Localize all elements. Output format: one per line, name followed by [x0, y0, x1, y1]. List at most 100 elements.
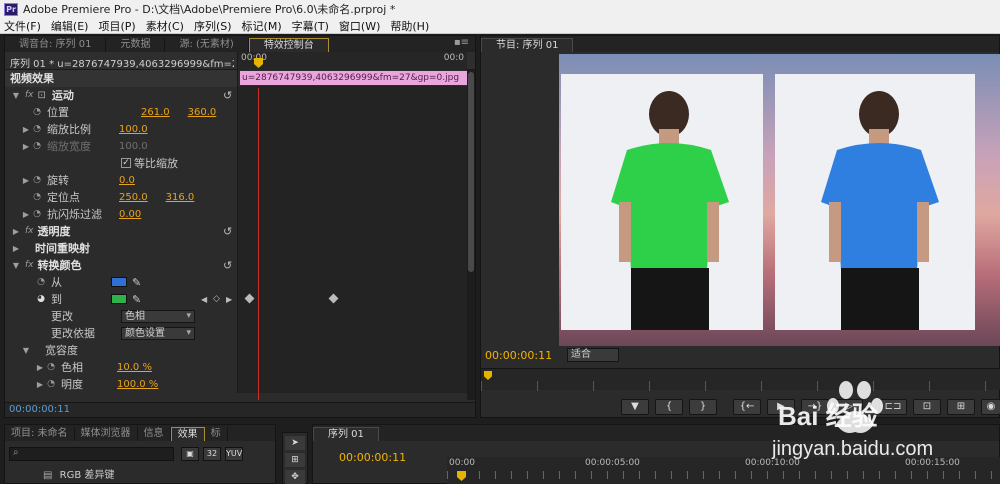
- twirl-closed-icon[interactable]: ▶: [21, 125, 31, 134]
- motion-transform-icon[interactable]: ⊡: [38, 90, 46, 101]
- tab-markers[interactable]: 标: [205, 427, 228, 441]
- twirl-open-icon[interactable]: ▼: [11, 91, 21, 100]
- fx-icon[interactable]: fx: [25, 226, 34, 236]
- sequence-timecode[interactable]: 00:00:00:11: [339, 451, 406, 464]
- stopwatch-icon[interactable]: ◔: [35, 277, 47, 287]
- anchor-y-value[interactable]: 316.0: [166, 192, 195, 203]
- mark-out-button[interactable]: }: [689, 399, 717, 415]
- tab-effect-controls[interactable]: 特效控制台: [248, 38, 329, 52]
- hue-value[interactable]: 10.0 %: [117, 362, 152, 373]
- change-by-dropdown[interactable]: 颜色设置: [121, 326, 195, 340]
- yuv-filter-icon[interactable]: YUV: [225, 447, 243, 461]
- reset-icon[interactable]: ↺: [223, 259, 232, 272]
- menu-marker[interactable]: 标记(M): [242, 18, 282, 34]
- tab-metadata[interactable]: 元数据: [106, 38, 166, 52]
- tab-audio-mixer[interactable]: 调音台: 序列 01: [5, 38, 107, 52]
- panel-menu-icon[interactable]: ▪≡: [454, 37, 469, 48]
- ripple-edit-tool-icon[interactable]: ✥: [285, 470, 305, 484]
- tab-info[interactable]: 信息: [138, 427, 171, 441]
- checkbox-checked-icon[interactable]: ✓: [121, 158, 131, 168]
- next-keyframe-icon[interactable]: ▶: [226, 295, 232, 304]
- add-marker-button[interactable]: ▼: [621, 399, 649, 415]
- twirl-closed-icon[interactable]: ▶: [35, 380, 45, 389]
- eyedropper-icon[interactable]: ✎: [132, 293, 141, 306]
- brightness-value[interactable]: 100.0 %: [117, 379, 158, 390]
- twirl-closed-icon[interactable]: ▶: [21, 210, 31, 219]
- ruler-label: 00:00:05:00: [585, 458, 640, 468]
- to-color-swatch[interactable]: [111, 294, 127, 304]
- keyframe-marker[interactable]: [244, 293, 255, 303]
- menu-project[interactable]: 项目(P): [98, 18, 135, 34]
- effect-row-time-remap: ▶ 时间重映射: [5, 239, 467, 257]
- twirl-open-icon[interactable]: ▼: [21, 346, 31, 355]
- 32bit-filter-icon[interactable]: 32: [203, 447, 221, 461]
- to-label: 到: [51, 293, 62, 306]
- stopwatch-icon[interactable]: ◔: [45, 362, 57, 372]
- position-y-value[interactable]: 360.0: [188, 107, 217, 118]
- stopwatch-icon[interactable]: ◔: [31, 107, 43, 117]
- prev-keyframe-icon[interactable]: ◀: [201, 295, 207, 304]
- effect-scrollbar[interactable]: [467, 70, 475, 400]
- effect-mini-timeline-ruler[interactable]: 00:00 00:0: [237, 52, 467, 70]
- menu-title[interactable]: 字幕(T): [292, 18, 329, 34]
- uniform-scale-label: 等比缩放: [134, 157, 178, 170]
- accelerated-filter-icon[interactable]: ▣: [181, 447, 199, 461]
- scale-width-label: 缩放宽度: [47, 140, 91, 153]
- stopwatch-icon[interactable]: ◔: [31, 175, 43, 185]
- twirl-closed-icon[interactable]: ▶: [35, 363, 45, 372]
- menu-clip[interactable]: 素材(C): [146, 18, 184, 34]
- program-timecode[interactable]: 00:00:00:11: [485, 349, 552, 362]
- stopwatch-icon[interactable]: ◔: [45, 379, 57, 389]
- effect-item-label: RGB 差异键: [59, 470, 115, 481]
- twirl-closed-icon[interactable]: ▶: [11, 244, 21, 253]
- from-color-swatch[interactable]: [111, 277, 127, 287]
- twirl-closed-icon[interactable]: ▶: [11, 227, 21, 236]
- effect-row-hue: ▶ ◔ 色相 10.0 %: [5, 358, 467, 376]
- effect-footer-timecode[interactable]: 00:00:00:11: [9, 404, 70, 415]
- eyedropper-icon[interactable]: ✎: [132, 276, 141, 289]
- scale-value[interactable]: 100.0: [119, 124, 148, 135]
- add-keyframe-icon[interactable]: ◇: [213, 294, 220, 304]
- effect-controls-panel: 调音台: 序列 01 元数据 源: (无素材) 特效控制台 ▪≡ 序列 01 *…: [4, 35, 476, 418]
- playhead-icon[interactable]: [484, 371, 492, 380]
- reset-icon[interactable]: ↺: [223, 89, 232, 102]
- effect-list-item[interactable]: ▤ RGB 差异键: [43, 466, 114, 481]
- playhead-icon[interactable]: [457, 471, 466, 481]
- rotation-value[interactable]: 0.0: [119, 175, 135, 186]
- menu-edit[interactable]: 编辑(E): [51, 18, 89, 34]
- tab-media-browser[interactable]: 媒体浏览器: [75, 427, 138, 441]
- tab-source[interactable]: 源: (无素材): [165, 38, 249, 52]
- change-dropdown[interactable]: 色相: [121, 309, 195, 323]
- effects-search-input[interactable]: ⌕: [9, 447, 174, 461]
- scroll-thumb[interactable]: [468, 72, 474, 272]
- menu-sequence[interactable]: 序列(S): [194, 18, 232, 34]
- menu-file[interactable]: 文件(F): [4, 18, 41, 34]
- track-select-tool-icon[interactable]: ⊞: [285, 453, 305, 467]
- clip-bar[interactable]: u=2876747939,4063296999&fm=27&gp=0.jpg: [240, 70, 468, 85]
- tab-effects[interactable]: 效果: [170, 427, 205, 441]
- keyframe-marker[interactable]: [328, 293, 339, 303]
- menu-help[interactable]: 帮助(H): [390, 18, 429, 34]
- tab-project[interactable]: 项目: 未命名: [5, 427, 75, 441]
- fx-icon[interactable]: fx: [25, 260, 34, 270]
- stopwatch-icon[interactable]: ◔: [31, 209, 43, 219]
- stopwatch-active-icon[interactable]: ◕: [35, 294, 47, 304]
- stopwatch-icon[interactable]: ◔: [31, 124, 43, 134]
- effect-item-icon: ▤: [43, 470, 53, 481]
- selection-tool-icon[interactable]: ➤: [285, 436, 305, 450]
- tab-sequence[interactable]: 序列 01: [313, 427, 379, 441]
- anchor-x-value[interactable]: 250.0: [119, 192, 148, 203]
- playhead-icon[interactable]: [254, 58, 263, 68]
- antiflicker-value[interactable]: 0.00: [119, 209, 141, 220]
- fx-icon[interactable]: fx: [25, 90, 34, 100]
- reset-icon[interactable]: ↺: [223, 225, 232, 238]
- mark-in-button[interactable]: {: [655, 399, 683, 415]
- zoom-select[interactable]: 适合: [567, 348, 619, 362]
- menu-window[interactable]: 窗口(W): [339, 18, 380, 34]
- stopwatch-icon[interactable]: ◔: [31, 192, 43, 202]
- tab-program[interactable]: 节目: 序列 01: [481, 38, 574, 52]
- twirl-open-icon[interactable]: ▼: [11, 261, 21, 270]
- twirl-closed-icon[interactable]: ▶: [21, 176, 31, 185]
- position-x-value[interactable]: 261.0: [141, 107, 170, 118]
- program-video-frame: [559, 54, 1000, 346]
